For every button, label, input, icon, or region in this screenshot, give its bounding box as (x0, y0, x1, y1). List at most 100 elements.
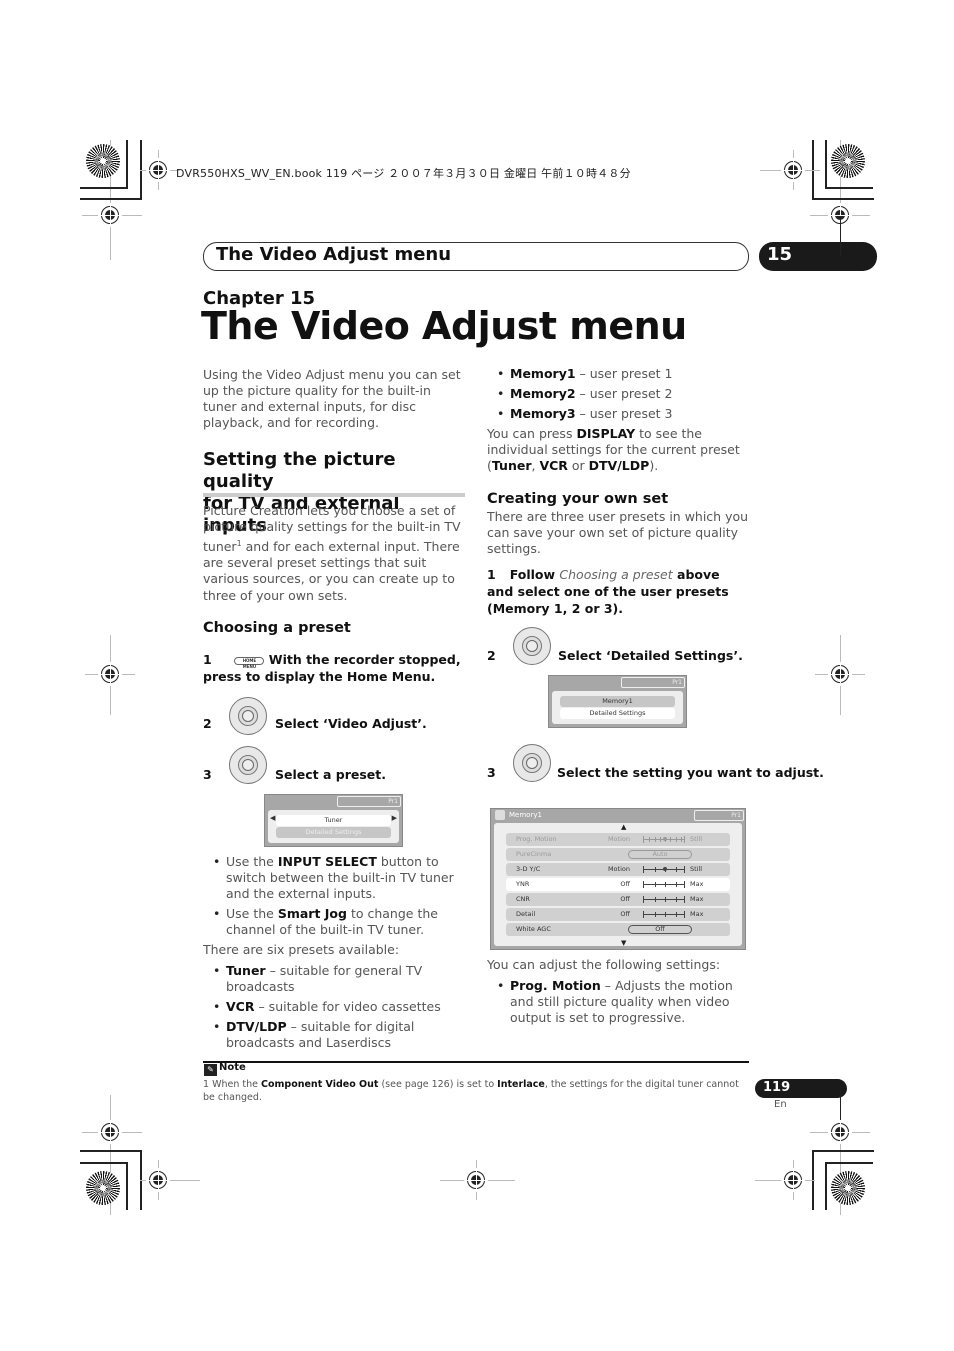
choosing-step-2-text: Select ‘Video Adjust’. (275, 716, 427, 731)
setting-slider[interactable] (643, 836, 685, 843)
setting-row[interactable]: 3-D Y/C Motion Still (506, 863, 730, 876)
list-item: Prog. Motion – Adjusts the motion and st… (487, 978, 749, 1026)
registration-mark (828, 662, 852, 686)
slider-tick (675, 912, 677, 917)
setting-slider[interactable] (643, 866, 685, 873)
chapter-number: 15 (767, 244, 793, 265)
preset-selector[interactable]: Tuner (276, 815, 391, 826)
page-number-badge: 119 (755, 1079, 847, 1098)
slider-min-label: Off (620, 880, 630, 888)
setting-slider[interactable] (643, 911, 685, 918)
page-number: 119 (763, 1080, 791, 1095)
slider-min-label: Off (620, 910, 630, 918)
choosing-heading: Choosing a preset (203, 620, 351, 636)
registration-star-bottom-right (831, 1171, 865, 1205)
setting-label: CNR (516, 895, 530, 903)
creating-step-2-text: Select ‘Detailed Settings’. (558, 648, 743, 663)
setting-label: Detail (516, 910, 536, 918)
picture-creation-icon (495, 810, 505, 820)
note-rule (203, 1061, 749, 1063)
setting-label: 3-D Y/C (516, 865, 541, 873)
choosing-step-1: 1 HOME MENU With the recorder stopped, p… (203, 651, 465, 685)
setting-row[interactable]: YNR Off Max (506, 878, 730, 891)
setting-toggle[interactable]: Auto (628, 850, 692, 859)
presets-list: Tuner – suitable for general TV broadcas… (203, 963, 465, 1055)
slider-max-label: Max (690, 895, 704, 903)
slider-tick (680, 837, 682, 842)
printer-slug: DVR550HXS_WV_EN.book 119 ページ ２００７年３月３０日 … (176, 167, 631, 180)
list-item: Memory2 – user preset 2 (487, 386, 749, 402)
registration-mark (828, 1120, 852, 1144)
setting-row[interactable]: PureCinma Auto (506, 848, 730, 861)
jog-dial-icon (513, 627, 551, 665)
registration-mark (781, 158, 805, 182)
osd-title: Memory1 (509, 811, 542, 819)
preset-selector[interactable]: Memory1 (560, 696, 675, 707)
detailed-settings-item[interactable]: Detailed Settings (560, 708, 675, 719)
slider-tick (659, 837, 661, 842)
slider-tick (665, 882, 666, 887)
scroll-down-icon[interactable]: ▼ (621, 939, 626, 947)
setting-toggle[interactable]: Off (628, 925, 692, 934)
setting-row[interactable]: CNR Off Max (506, 893, 730, 906)
tips-list: Use the INPUT SELECT button to switch be… (203, 854, 465, 942)
creating-heading: Creating your own set (487, 491, 669, 507)
choosing-step-2-number: 2 (203, 716, 212, 731)
list-item: DTV/LDP – suitable for digital broadcast… (203, 1019, 465, 1051)
slider-tick (654, 912, 656, 917)
creating-step-3-number: 3 (487, 765, 496, 780)
note-text: 1 When the Component Video Out (see page… (203, 1079, 739, 1103)
slider-tick (670, 837, 672, 842)
detailed-settings-item[interactable]: Detailed Settings (276, 827, 391, 838)
setting-slider[interactable] (643, 881, 685, 888)
setting-label: White AGC (516, 925, 551, 933)
slider-max-label: Max (690, 880, 704, 888)
setting-slider[interactable] (643, 896, 685, 903)
arrow-left-icon[interactable]: ◀ (270, 814, 275, 822)
slider-tick (654, 837, 656, 842)
presets-list-continued: Memory1 – user preset 1 Memory2 – user p… (487, 366, 749, 426)
slider-knob[interactable] (663, 837, 667, 841)
registration-mark (464, 1168, 488, 1192)
registration-star-top-left (86, 144, 120, 178)
list-item: Memory1 – user preset 1 (487, 366, 749, 382)
section-heading-line1: Setting the picture quality (203, 449, 396, 492)
setting-row[interactable]: Detail Off Max (506, 908, 730, 921)
registration-mark (781, 1168, 805, 1192)
slider-min-label: Motion (607, 865, 630, 873)
page-language: En (774, 1099, 787, 1110)
arrow-right-icon[interactable]: ▶ (392, 814, 397, 822)
slider-min-label: Off (620, 895, 630, 903)
list-item: Use the Smart Jog to change the channel … (203, 906, 465, 938)
note-title: Note (219, 1062, 246, 1073)
creating-intro: There are three user presets in which yo… (487, 509, 749, 556)
list-item: Tuner – suitable for general TV broadcas… (203, 963, 465, 995)
setting-row[interactable]: White AGC Off (506, 923, 730, 936)
creating-step-2-number: 2 (487, 648, 496, 663)
jog-dial-icon (229, 697, 267, 735)
slider-knob[interactable] (663, 867, 667, 871)
slider-tick (654, 882, 656, 887)
choosing-step-3-number: 3 (203, 767, 212, 782)
registration-mark (146, 158, 170, 182)
slider-tick (649, 837, 651, 842)
slider-tick (675, 837, 677, 842)
registration-star-top-right (831, 144, 865, 178)
setting-label: Prog. Motion (516, 835, 557, 843)
slider-tick (675, 897, 677, 902)
slider-tick (654, 897, 656, 902)
registration-star-bottom-left (86, 1171, 120, 1205)
program-indicator: Pr1 (337, 796, 401, 807)
slider-tick (654, 867, 656, 872)
registration-mark (98, 662, 122, 686)
setting-row[interactable]: Prog. Motion Motion Still (506, 833, 730, 846)
choosing-step-3-text: Select a preset. (275, 767, 386, 782)
preset-osd-screen: Pr1 ◀ ▶ Tuner Detailed Settings (264, 794, 403, 847)
intro-paragraph: Using the Video Adjust menu you can set … (203, 367, 461, 430)
scroll-up-icon[interactable]: ▲ (621, 823, 626, 831)
jog-dial-icon (229, 746, 267, 784)
program-indicator: Pr1 (694, 810, 744, 821)
list-item: VCR – suitable for video cassettes (203, 999, 465, 1015)
registration-mark (98, 203, 122, 227)
step-number: 1 (203, 652, 212, 667)
